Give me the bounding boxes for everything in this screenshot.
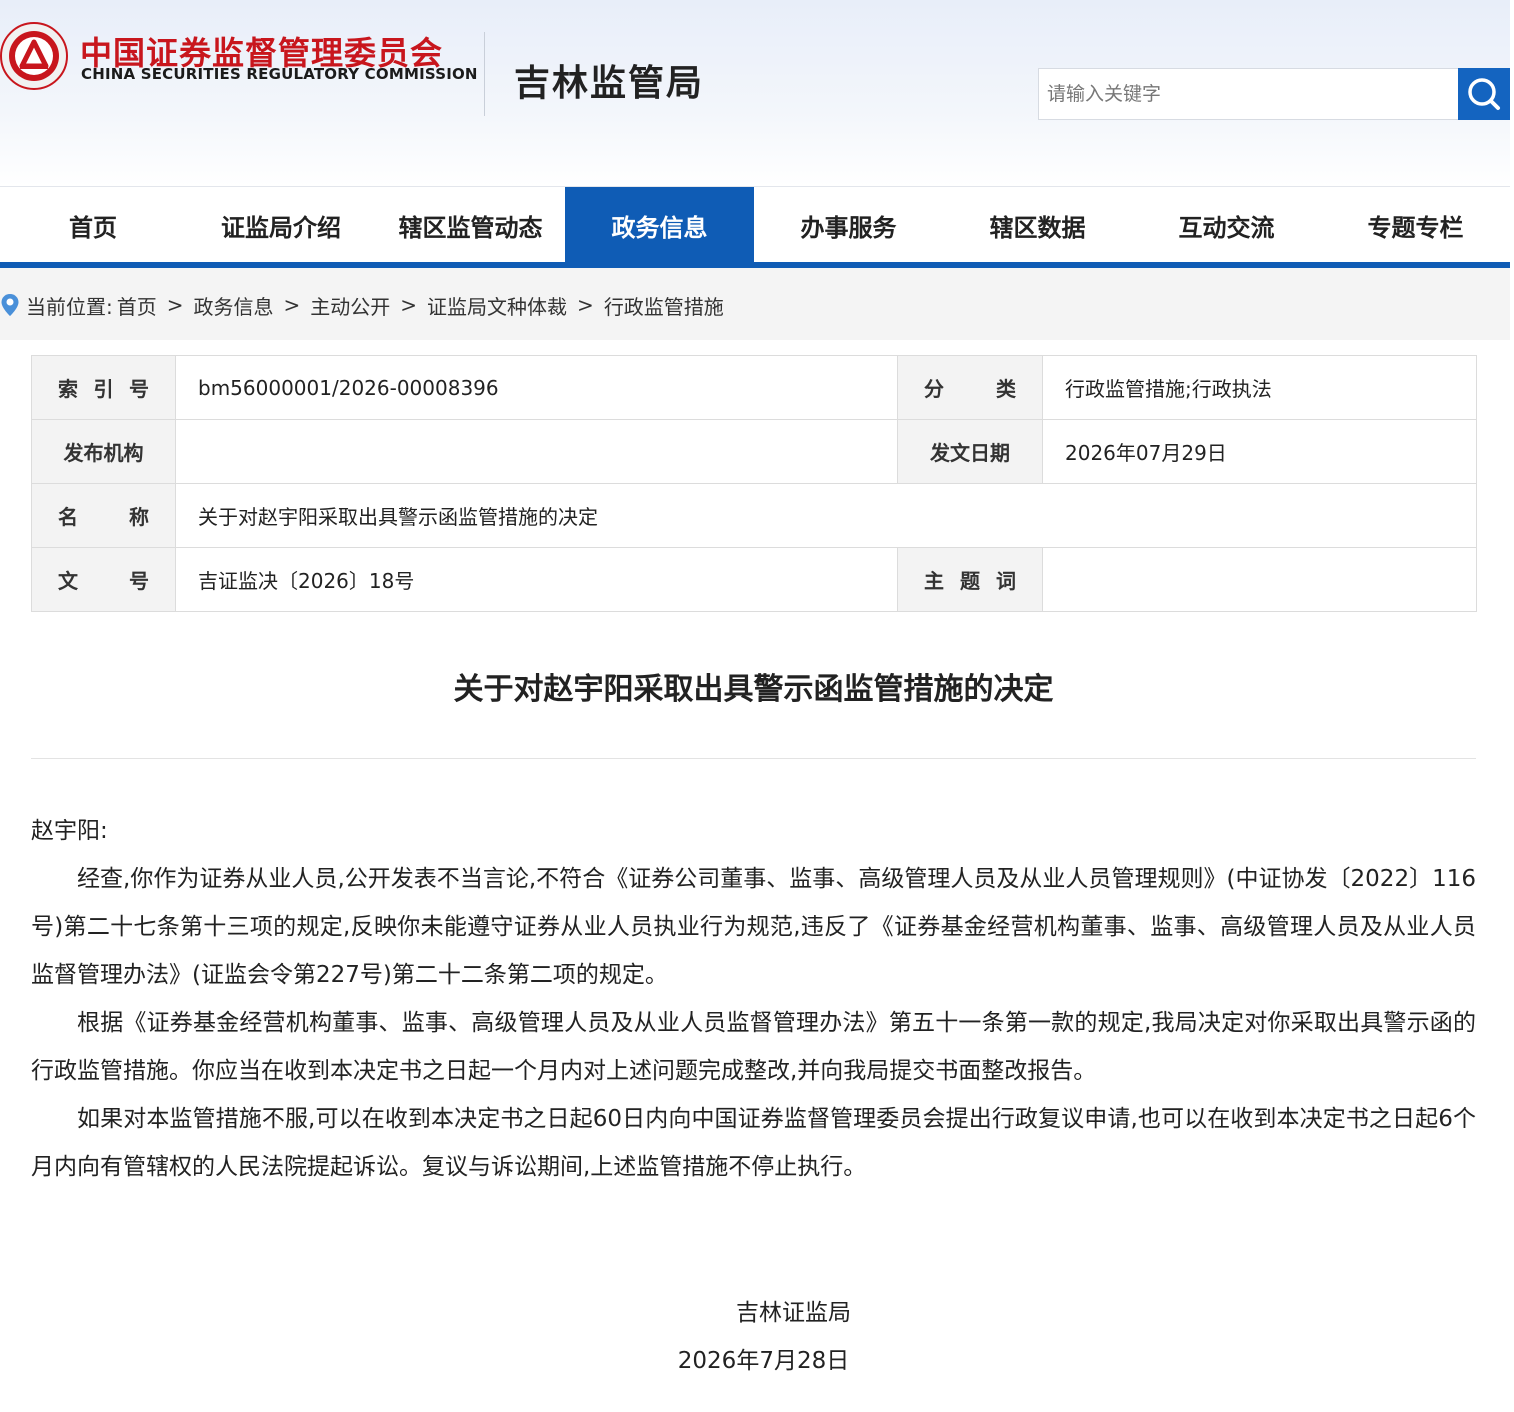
search-button[interactable] bbox=[1458, 68, 1510, 120]
nav-item-regional-news[interactable]: 辖区监管动态 bbox=[376, 187, 565, 263]
issuer-label: 发布机构 bbox=[31, 419, 176, 484]
keyword-label: 主题词 bbox=[897, 547, 1043, 612]
org-name-en[interactable]: CHINA SECURITIES REGULATORY COMMISSION bbox=[81, 65, 478, 83]
article-paragraph: 经查,你作为证券从业人员,公开发表不当言论,不符合《证券公司董事、监事、高级管理… bbox=[31, 866, 1476, 988]
location-pin-icon bbox=[1, 294, 19, 316]
salutation: 赵宇阳: bbox=[31, 818, 108, 844]
breadcrumb-prefix: 当前位置: bbox=[26, 294, 113, 319]
nav-item-home[interactable]: 首页 bbox=[0, 187, 186, 263]
docno-label: 文号 bbox=[31, 547, 176, 612]
search-input[interactable] bbox=[1039, 69, 1457, 119]
nav-item-topics[interactable]: 专题专栏 bbox=[1321, 187, 1510, 263]
docno-value: 吉证监决〔2026〕18号 bbox=[175, 547, 898, 612]
breadcrumb-separator: > bbox=[166, 293, 184, 317]
table-row: 发布机构 发文日期 2026年07月29日 bbox=[31, 419, 1477, 484]
table-row: 索引号 bm56000001/2026-00008396 分类 行政监管措施;行… bbox=[31, 355, 1477, 420]
document-info-table: 索引号 bm56000001/2026-00008396 分类 行政监管措施;行… bbox=[31, 355, 1477, 612]
name-label: 名称 bbox=[31, 483, 176, 548]
breadcrumb-separator: > bbox=[283, 293, 301, 317]
header-divider bbox=[484, 32, 485, 116]
article-body: 赵宇阳: 经查,你作为证券从业人员,公开发表不当言论,不符合《证券公司董事、监事… bbox=[31, 807, 1476, 1191]
nav-item-regional-data[interactable]: 辖区数据 bbox=[943, 187, 1132, 263]
category-label: 分类 bbox=[897, 355, 1043, 420]
article-title: 关于对赵宇阳采取出具警示函监管措施的决定 bbox=[453, 672, 1054, 707]
breadcrumb-doc-types[interactable]: 证监局文种体裁 bbox=[427, 291, 567, 320]
site-header: 中国证券监督管理委员会 CHINA SECURITIES REGULATORY … bbox=[0, 0, 1510, 186]
breadcrumb: 当前位置: 首页 > 政务信息 > 主动公开 > 证监局文种体裁 > 行政监管措… bbox=[0, 291, 724, 319]
signature-org: 吉林证监局 bbox=[736, 1300, 851, 1326]
signature-date: 2026年7月28日 bbox=[677, 1348, 850, 1374]
table-row: 名称 关于对赵宇阳采取出具警示函监管措施的决定 bbox=[31, 483, 1477, 548]
search-box bbox=[1038, 68, 1510, 120]
breadcrumb-gov-info[interactable]: 政务信息 bbox=[194, 291, 274, 320]
index-label: 索引号 bbox=[31, 355, 176, 420]
bureau-name: 吉林监管局 bbox=[514, 63, 705, 104]
title-divider bbox=[31, 758, 1476, 759]
index-value: bm56000001/2026-00008396 bbox=[175, 355, 898, 420]
date-value: 2026年07月29日 bbox=[1042, 419, 1477, 484]
keyword-value bbox=[1042, 547, 1477, 612]
main-nav: 首页 证监局介绍 辖区监管动态 政务信息 办事服务 辖区数据 互动交流 专题专栏 bbox=[0, 186, 1510, 263]
article-paragraph: 如果对本监管措施不服,可以在收到本决定书之日起60日内向中国证券监督管理委员会提… bbox=[31, 1106, 1476, 1180]
date-label: 发文日期 bbox=[897, 419, 1043, 484]
nav-item-services[interactable]: 办事服务 bbox=[754, 187, 943, 263]
nav-item-gov-info[interactable]: 政务信息 bbox=[565, 187, 754, 263]
article-paragraph: 根据《证券基金经营机构董事、监事、高级管理人员及从业人员监督管理办法》第五十一条… bbox=[31, 1010, 1476, 1084]
nav-item-bureau-intro[interactable]: 证监局介绍 bbox=[186, 187, 376, 263]
search-icon bbox=[1468, 78, 1500, 110]
breadcrumb-separator: > bbox=[577, 293, 594, 317]
breadcrumb-home[interactable]: 首页 bbox=[117, 291, 157, 320]
breadcrumb-public[interactable]: 主动公开 bbox=[310, 291, 390, 320]
name-value: 关于对赵宇阳采取出具警示函监管措施的决定 bbox=[175, 483, 1477, 548]
breadcrumb-separator: > bbox=[400, 293, 418, 317]
category-value: 行政监管措施;行政执法 bbox=[1042, 355, 1477, 420]
nav-item-interaction[interactable]: 互动交流 bbox=[1132, 187, 1321, 263]
breadcrumb-admin-measures[interactable]: 行政监管措施 bbox=[604, 291, 724, 320]
issuer-value bbox=[175, 419, 898, 484]
csrc-emblem-icon[interactable] bbox=[0, 22, 68, 90]
table-row: 文号 吉证监决〔2026〕18号 主题词 bbox=[31, 547, 1477, 612]
